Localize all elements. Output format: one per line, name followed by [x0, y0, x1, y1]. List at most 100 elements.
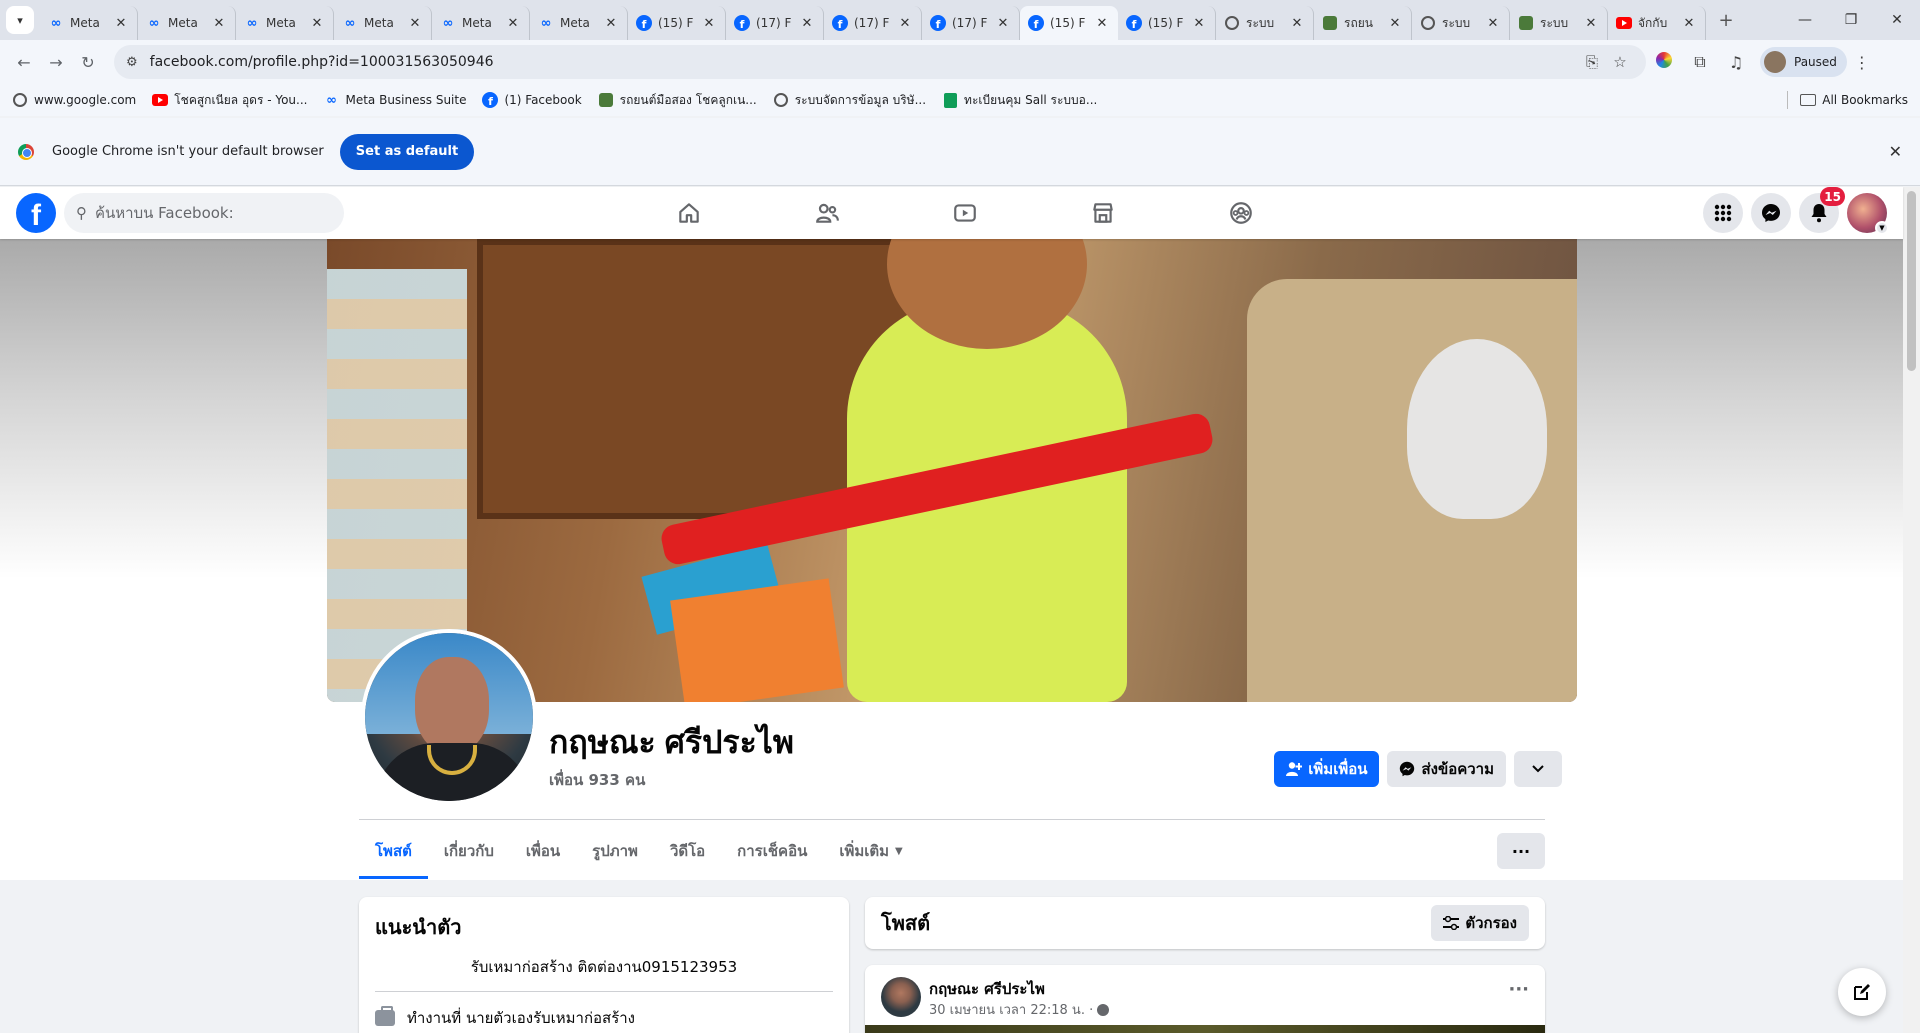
facebook-search-input[interactable]: ⚲ ค้นหาบน Facebook:	[64, 193, 344, 233]
close-icon[interactable]: ✕	[1485, 16, 1501, 31]
browser-tab[interactable]: ระบบ ✕	[1216, 6, 1314, 40]
messenger-button[interactable]	[1751, 193, 1791, 233]
browser-tab[interactable]: f (17) F ✕	[922, 6, 1020, 40]
close-icon[interactable]: ✕	[1094, 16, 1110, 31]
close-icon[interactable]: ✕	[1583, 16, 1599, 31]
browser-tab[interactable]: ระบบ ✕	[1510, 6, 1608, 40]
site-info-icon[interactable]: ⚙	[126, 55, 138, 70]
close-icon[interactable]: ✕	[1387, 16, 1403, 31]
profile-tab[interactable]: เพิ่มเติม ▼	[823, 823, 918, 879]
browser-tab[interactable]: f (17) F ✕	[726, 6, 824, 40]
bookmark-item[interactable]: ∞ Meta Business Suite	[323, 92, 466, 108]
profile-tab[interactable]: วิดีโอ	[654, 823, 721, 879]
restore-button[interactable]: ❐	[1828, 0, 1874, 40]
bookmark-item[interactable]: f (1) Facebook	[482, 92, 582, 108]
nav-marketplace[interactable]	[1034, 187, 1172, 239]
browser-tab[interactable]: f (15) F ✕	[1020, 6, 1118, 40]
close-icon[interactable]: ✕	[1889, 142, 1902, 161]
nav-watch[interactable]	[896, 187, 1034, 239]
color-extension-icon[interactable]	[1646, 52, 1682, 72]
notifications-button[interactable]: 15	[1799, 187, 1845, 233]
browser-tab[interactable]: จักกับ ✕	[1608, 6, 1706, 40]
all-bookmarks-button[interactable]: All Bookmarks	[1800, 93, 1908, 107]
back-button[interactable]: ←	[8, 46, 40, 78]
post-image[interactable]	[865, 1025, 1545, 1033]
reload-button[interactable]: ↻	[72, 46, 104, 78]
profile-more-options-button[interactable]: ···	[1497, 833, 1545, 869]
tab-favicon: ∞	[146, 15, 162, 31]
browser-tab[interactable]: ∞ Meta ✕	[530, 6, 628, 40]
bookmark-item[interactable]: รถยนต์มือสอง โชคลูกเน...	[598, 91, 757, 110]
profile-chip[interactable]: Paused	[1760, 47, 1847, 77]
profile-tab[interactable]: เพื่อน	[510, 823, 576, 879]
profile-tab[interactable]: เกี่ยวกับ	[428, 823, 510, 879]
close-icon[interactable]: ✕	[603, 16, 619, 31]
nav-home[interactable]	[620, 187, 758, 239]
account-avatar[interactable]: ▼	[1847, 193, 1889, 235]
post-timestamp[interactable]: 30 เมษายน เวลา 22:18 น. ·	[929, 999, 1093, 1020]
chevron-down-icon: ▼	[1875, 221, 1889, 235]
bookmark-item[interactable]: ทะเบียนคุม Sall ระบบอ...	[942, 91, 1097, 110]
filter-button[interactable]: ตัวกรอง	[1431, 905, 1529, 941]
new-tab-button[interactable]: +	[1712, 10, 1740, 31]
browser-tab[interactable]: ∞ Meta ✕	[334, 6, 432, 40]
close-icon[interactable]: ✕	[113, 16, 129, 31]
nav-friends[interactable]	[758, 187, 896, 239]
profile-tab[interactable]: โพสต์	[359, 823, 428, 879]
browser-tab[interactable]: ระบบ ✕	[1412, 6, 1510, 40]
profile-picture[interactable]	[361, 629, 537, 805]
message-button[interactable]: ส่งข้อความ	[1387, 751, 1506, 787]
tab-search-button[interactable]: ▾	[6, 6, 34, 34]
close-icon[interactable]: ✕	[701, 16, 717, 31]
set-as-default-button[interactable]: Set as default	[339, 133, 475, 170]
bookmark-item[interactable]: โชคสูกเนียล อุดร - You...	[152, 91, 307, 110]
friend-count[interactable]: เพื่อน 933 คน	[549, 768, 645, 792]
close-icon[interactable]: ✕	[1191, 16, 1207, 31]
menu-button[interactable]	[1703, 193, 1743, 233]
bookmark-item[interactable]: ระบบจัดการข้อมูล บริษั...	[773, 91, 926, 110]
post-author[interactable]: กฤษณะ ศรีประไพ	[929, 977, 1045, 1001]
close-icon[interactable]: ✕	[309, 16, 325, 31]
close-icon[interactable]: ✕	[407, 16, 423, 31]
install-app-icon[interactable]: ⎘	[1578, 53, 1606, 71]
post-options-button[interactable]: ···	[1508, 979, 1529, 1000]
bookmark-favicon	[942, 92, 958, 108]
browser-menu-icon[interactable]: ⋮	[1847, 53, 1877, 72]
profile-tab[interactable]: รูปภาพ	[576, 823, 654, 879]
extensions-icon[interactable]: ⧉	[1682, 52, 1718, 72]
add-friend-button[interactable]: เพิ่มเพื่อน	[1274, 751, 1380, 787]
facebook-logo-icon[interactable]: f	[16, 193, 56, 233]
media-controls-icon[interactable]: ♫	[1718, 53, 1754, 72]
close-window-button[interactable]: ✕	[1874, 0, 1920, 40]
page-scrollbar[interactable]	[1903, 187, 1920, 1033]
bookmark-item[interactable]: www.google.com	[12, 92, 136, 108]
post-author-avatar[interactable]	[881, 977, 921, 1017]
browser-tab[interactable]: f (15) F ✕	[1118, 6, 1216, 40]
new-message-button[interactable]	[1838, 968, 1886, 1016]
profile-tab[interactable]: การเช็คอิน	[721, 823, 823, 879]
browser-tab[interactable]: f (15) F ✕	[628, 6, 726, 40]
profile-status: Paused	[1794, 55, 1837, 69]
browser-tab[interactable]: ∞ Meta ✕	[40, 6, 138, 40]
browser-tab[interactable]: ∞ Meta ✕	[138, 6, 236, 40]
browser-tab[interactable]: f (17) F ✕	[824, 6, 922, 40]
bookmark-star-icon[interactable]: ☆	[1606, 53, 1634, 71]
close-icon[interactable]: ✕	[799, 16, 815, 31]
folder-icon	[1800, 94, 1817, 106]
close-icon[interactable]: ✕	[505, 16, 521, 31]
scrollbar-thumb[interactable]	[1907, 191, 1916, 371]
close-icon[interactable]: ✕	[211, 16, 227, 31]
more-actions-button[interactable]	[1514, 751, 1562, 787]
address-bar[interactable]: ⚙ facebook.com/profile.php?id=1000315630…	[114, 45, 1646, 79]
close-icon[interactable]: ✕	[1289, 16, 1305, 31]
nav-groups[interactable]	[1172, 187, 1310, 239]
browser-tab[interactable]: ∞ Meta ✕	[236, 6, 334, 40]
minimize-button[interactable]: —	[1782, 0, 1828, 40]
close-icon[interactable]: ✕	[995, 16, 1011, 31]
close-icon[interactable]: ✕	[897, 16, 913, 31]
url-text[interactable]: facebook.com/profile.php?id=100031563050…	[150, 54, 1578, 70]
browser-tab[interactable]: ∞ Meta ✕	[432, 6, 530, 40]
browser-tab[interactable]: รถยน ✕	[1314, 6, 1412, 40]
close-icon[interactable]: ✕	[1681, 16, 1697, 31]
forward-button[interactable]: →	[40, 46, 72, 78]
